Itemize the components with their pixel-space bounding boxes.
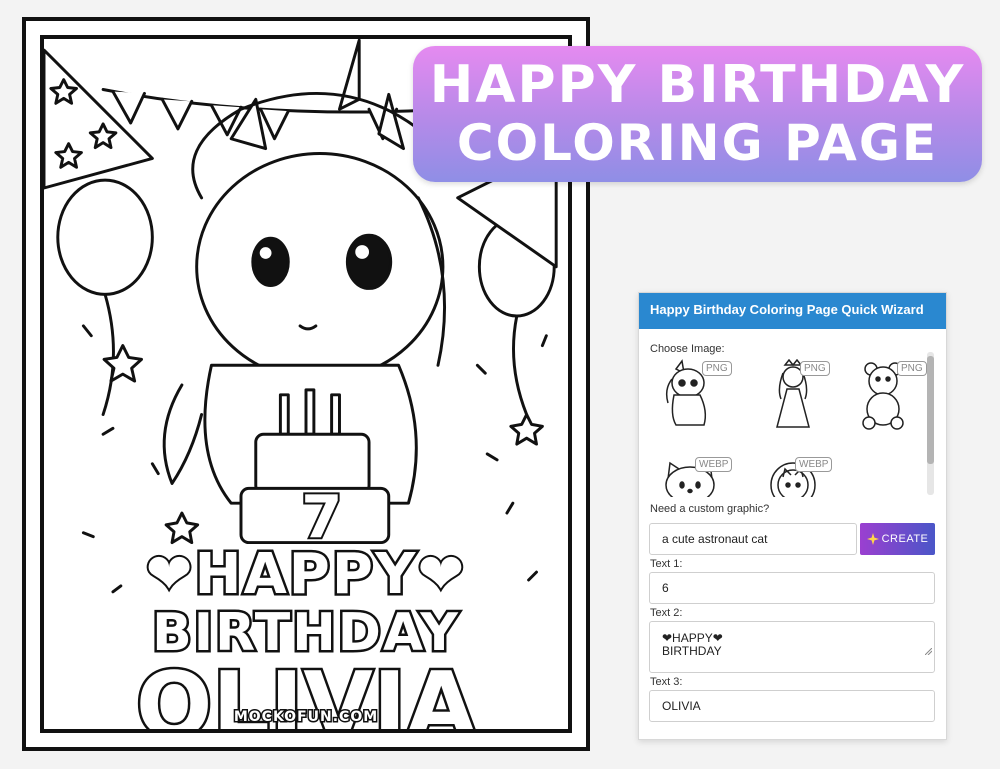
- scrollbar-thumb[interactable]: [927, 356, 934, 464]
- thumbnail-teddy-bear[interactable]: PNG: [845, 355, 927, 433]
- sparkles-icon: [866, 533, 879, 545]
- happy-text: HAPPY: [192, 542, 418, 607]
- happy-birthday-line-1: ❤HAPPY❤: [44, 544, 568, 605]
- text3-field[interactable]: [649, 690, 935, 722]
- text3-label: Text 3:: [650, 676, 683, 688]
- headline-line-1: HAPPY BIRTHDAY: [429, 55, 966, 115]
- thumbnail-scrollbar[interactable]: [927, 352, 934, 495]
- format-badge: PNG: [702, 361, 732, 376]
- thumbnail-unicorn[interactable]: PNG: [650, 355, 732, 433]
- custom-graphic-prompt-input[interactable]: [649, 523, 857, 555]
- text2-label: Text 2:: [650, 607, 683, 619]
- image-thumbnail-grid: PNG PNG PNG WEBP WEBP: [650, 355, 935, 497]
- format-badge: WEBP: [695, 457, 733, 472]
- format-badge: PNG: [897, 361, 927, 376]
- create-button[interactable]: CREATE: [860, 523, 935, 555]
- quick-wizard-panel: Happy Birthday Coloring Page Quick Wizar…: [638, 292, 947, 740]
- watermark: MOCKOFUN.COM: [232, 708, 379, 727]
- format-badge: WEBP: [795, 457, 833, 472]
- heart-icon: ❤: [144, 542, 195, 607]
- wizard-title: Happy Birthday Coloring Page Quick Wizar…: [639, 293, 946, 329]
- resize-grip-icon[interactable]: [925, 648, 932, 655]
- format-badge: PNG: [800, 361, 830, 376]
- text1-field[interactable]: [649, 572, 935, 604]
- headline-line-2: COLORING PAGE: [456, 114, 939, 172]
- text1-label: Text 1:: [650, 558, 683, 570]
- choose-image-label: Choose Image:: [650, 343, 725, 355]
- text2-field[interactable]: ❤HAPPY❤ BIRTHDAY: [649, 621, 935, 673]
- happy-birthday-line-2: BIRTHDAY: [150, 603, 461, 663]
- headline-banner: HAPPY BIRTHDAY COLORING PAGE: [413, 46, 982, 182]
- thumbnail-astronaut-cat[interactable]: WEBP: [753, 451, 833, 497]
- thumbnail-kitty[interactable]: WEBP: [650, 451, 733, 497]
- create-button-label: CREATE: [881, 533, 929, 545]
- thumbnail-princess[interactable]: PNG: [753, 355, 833, 433]
- custom-graphic-label: Need a custom graphic?: [650, 503, 770, 515]
- heart-icon: ❤: [415, 542, 467, 607]
